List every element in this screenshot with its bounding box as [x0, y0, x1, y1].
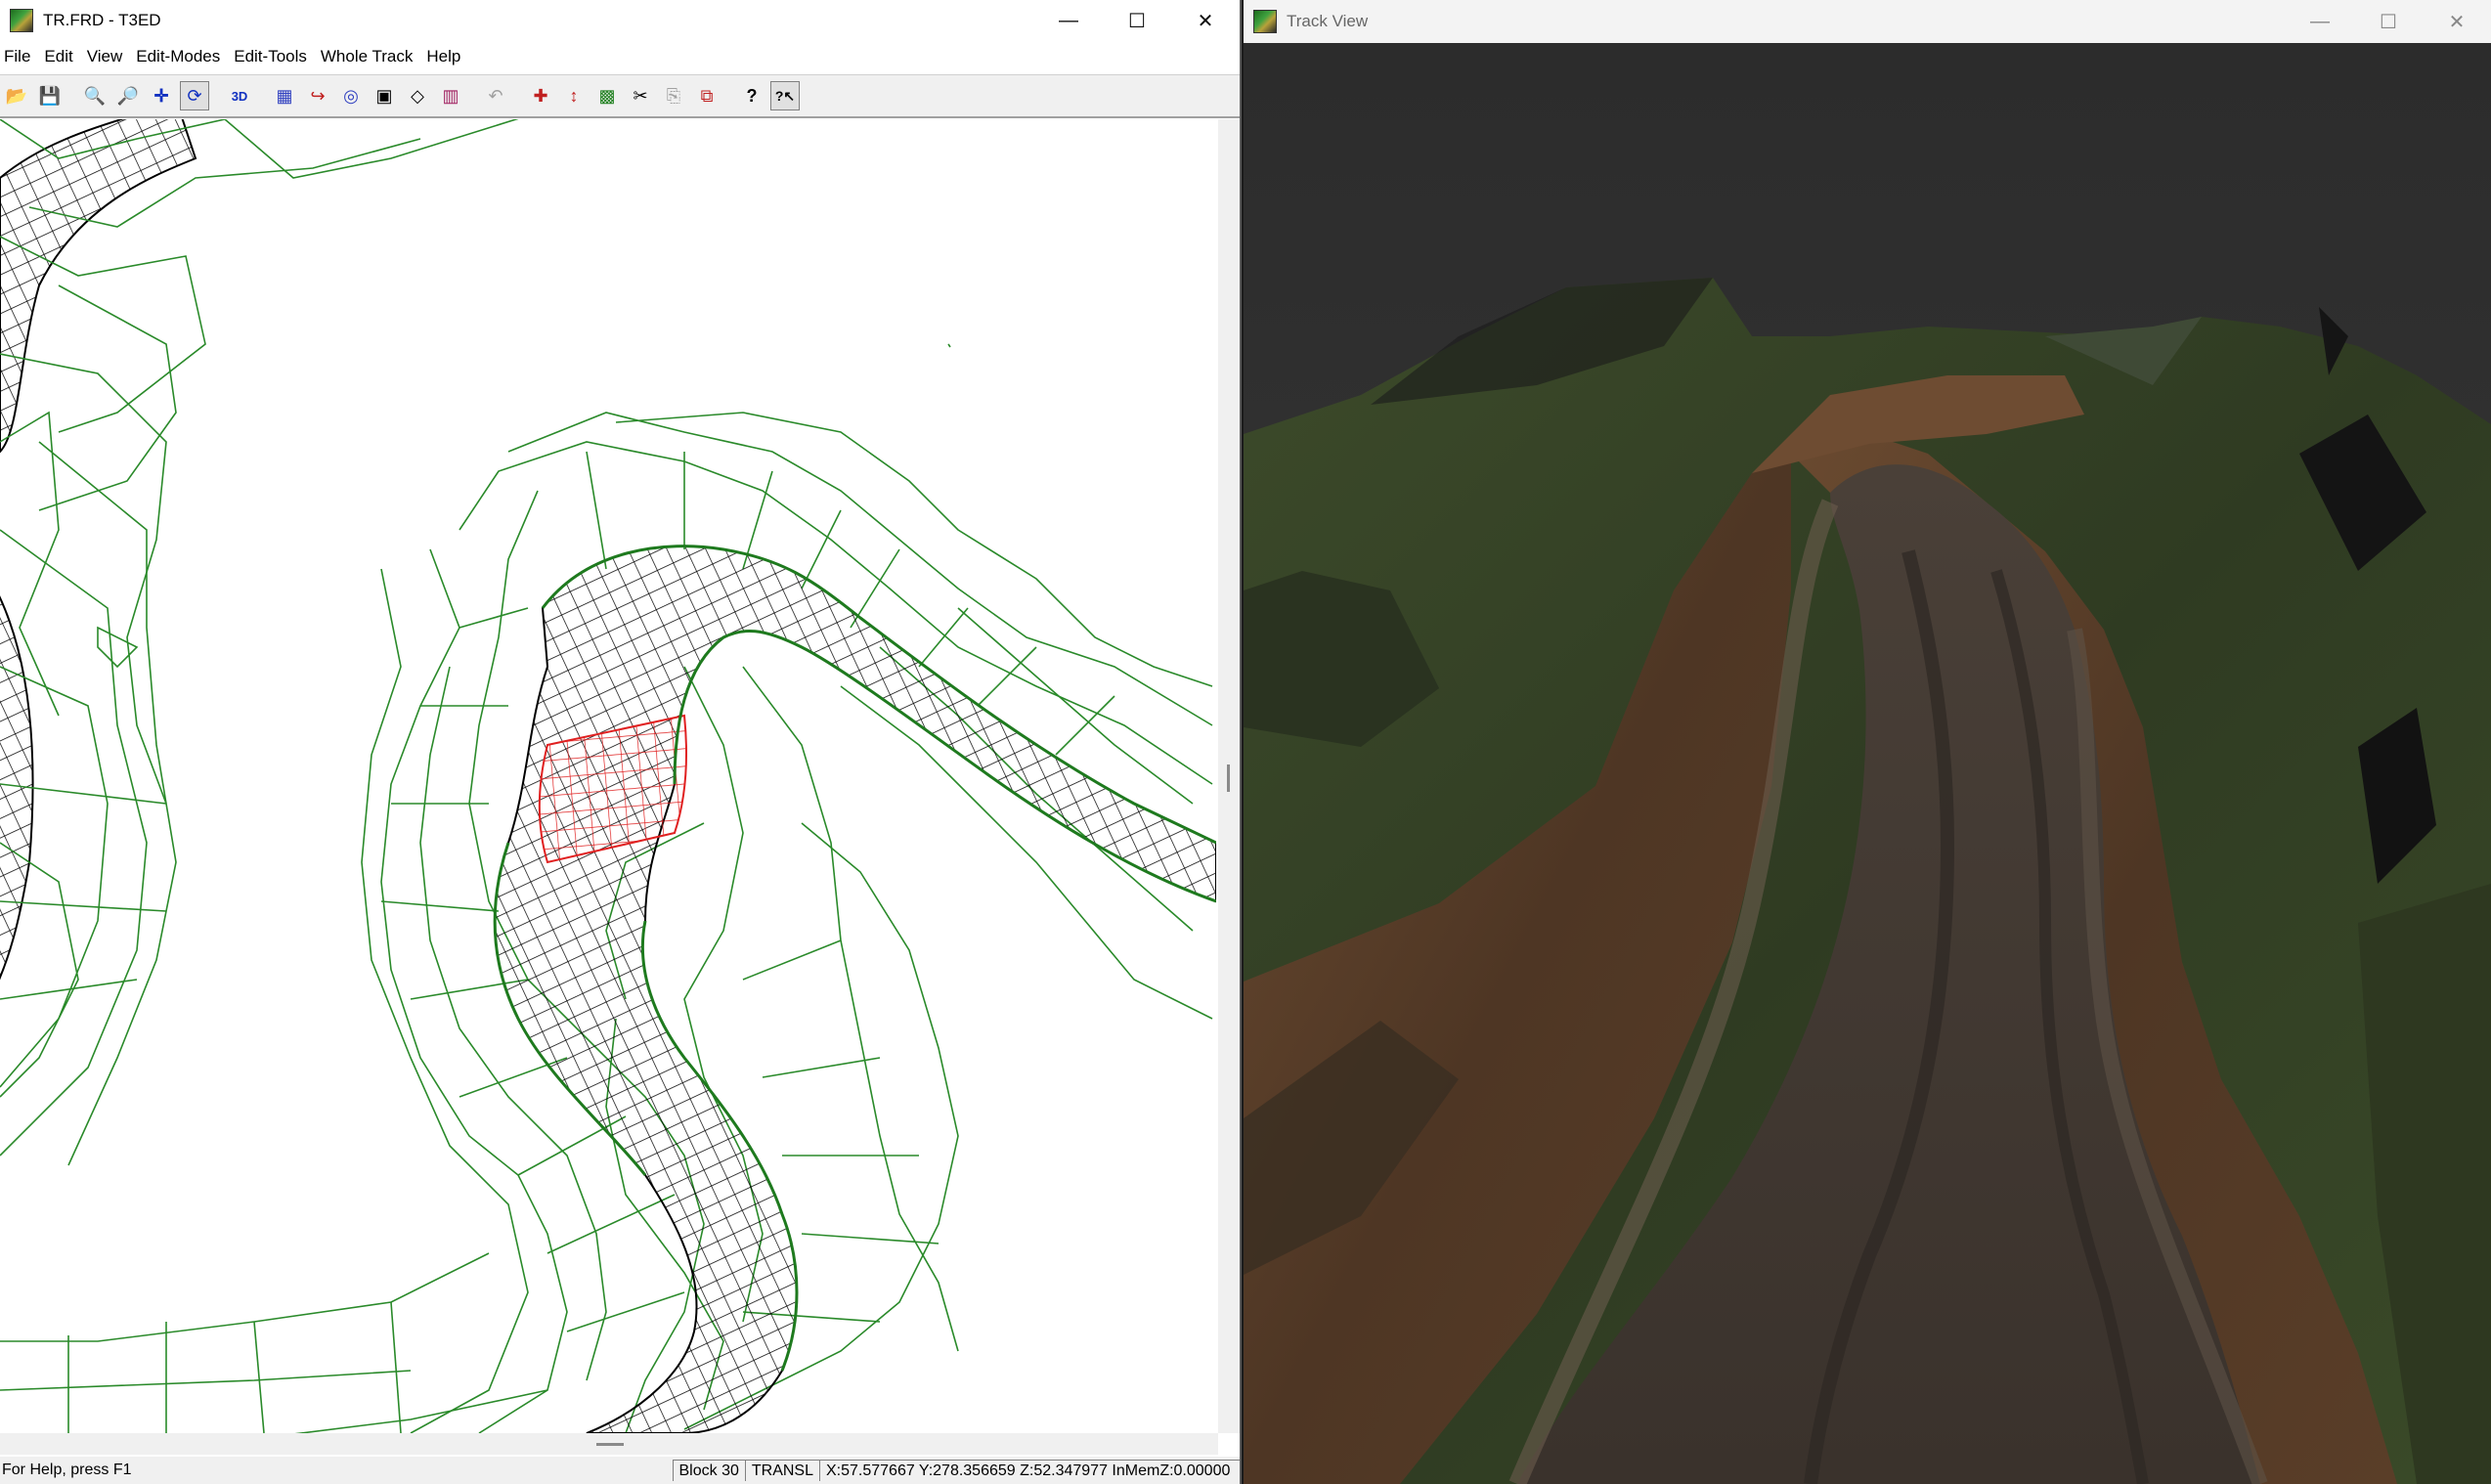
3d-track-viewport[interactable]	[1244, 43, 2491, 1484]
app-icon	[10, 9, 33, 32]
toolbar: 📂 💾 🔍 🔎 ✛ ⟳ 3D ▦ ↪ ◎ ▣ ◇ ▥ ↶ ✚ ↕ ▩ ✂ ⎘ ⧉…	[0, 74, 1240, 118]
menu-bar: File Edit View Edit-Modes Edit-Tools Who…	[0, 41, 1240, 72]
curve-icon[interactable]: ↪	[303, 81, 332, 110]
move-icon[interactable]: ✛	[147, 81, 176, 110]
zoom-out-icon[interactable]: 🔎	[113, 81, 143, 110]
title-bar[interactable]: Track View — ☐ ✕	[1244, 0, 2491, 43]
maximize-button[interactable]: ☐	[2354, 1, 2423, 42]
vertical-scrollbar[interactable]	[1218, 119, 1240, 1433]
rotate-icon[interactable]: ⟳	[180, 81, 209, 110]
minimize-button[interactable]: —	[1034, 0, 1103, 41]
vertical-scroll-grip[interactable]	[1227, 764, 1230, 792]
close-button[interactable]: ✕	[2423, 1, 2491, 42]
status-mode: TRANSL	[744, 1460, 819, 1481]
close-button[interactable]: ✕	[1171, 0, 1240, 41]
app-icon	[1253, 10, 1277, 33]
cross-move-icon[interactable]: ✚	[526, 81, 555, 110]
minimize-button[interactable]: —	[2286, 1, 2354, 42]
help-icon[interactable]: ?	[737, 81, 766, 110]
save-icon[interactable]: 💾	[35, 81, 65, 110]
status-coordinates: X:57.577667 Y:278.356659 Z:52.347977 InM…	[819, 1460, 1240, 1481]
window-title: TR.FRD - T3ED	[43, 11, 161, 29]
copy-icon[interactable]: ⎘	[659, 81, 688, 110]
menu-view[interactable]: View	[83, 47, 133, 66]
menu-whole-track[interactable]: Whole Track	[317, 47, 422, 66]
polygon-icon[interactable]: ◇	[403, 81, 432, 110]
undo-icon[interactable]: ↶	[481, 81, 510, 110]
track-wireframe[interactable]	[0, 119, 1216, 1433]
menu-edit-modes[interactable]: Edit-Modes	[132, 47, 230, 66]
track-editor-canvas[interactable]	[0, 119, 1216, 1433]
horizontal-scroll-grip[interactable]	[596, 1443, 624, 1446]
menu-help[interactable]: Help	[422, 47, 470, 66]
vertical-move-icon[interactable]: ↕	[559, 81, 589, 110]
status-block: Block 30	[672, 1460, 745, 1481]
title-bar[interactable]: TR.FRD - T3ED — ☐ ✕	[0, 0, 1240, 41]
track-render[interactable]	[1244, 43, 2491, 1484]
image-icon[interactable]: ▩	[592, 81, 622, 110]
grid-icon[interactable]: ▦	[270, 81, 299, 110]
track-view-window: Track View — ☐ ✕	[1244, 0, 2491, 1484]
status-help-text: For Help, press F1	[2, 1462, 132, 1478]
window-title: Track View	[1287, 12, 1369, 30]
menu-edit[interactable]: Edit	[40, 47, 82, 66]
maximize-button[interactable]: ☐	[1103, 0, 1171, 41]
status-bar: For Help, press F1 Block 30 TRANSL X:57.…	[0, 1457, 1240, 1484]
menu-edit-tools[interactable]: Edit-Tools	[230, 47, 317, 66]
menu-file[interactable]: File	[0, 47, 40, 66]
paste-icon[interactable]: ⧉	[692, 81, 721, 110]
t3ed-window: TR.FRD - T3ED — ☐ ✕ File Edit View Edit-…	[0, 0, 1242, 1484]
open-icon[interactable]: 📂	[2, 81, 31, 110]
zoom-in-icon[interactable]: 🔍	[80, 81, 109, 110]
3d-view-icon[interactable]: 3D	[225, 81, 254, 110]
cube-icon[interactable]: ▣	[370, 81, 399, 110]
horizontal-scrollbar[interactable]	[0, 1433, 1218, 1455]
texture-icon[interactable]: ▥	[436, 81, 465, 110]
objects-icon[interactable]: ◎	[336, 81, 366, 110]
left-road-segment	[0, 119, 519, 1166]
cut-icon[interactable]: ✂	[626, 81, 655, 110]
context-help-icon[interactable]: ?↖	[770, 81, 800, 110]
